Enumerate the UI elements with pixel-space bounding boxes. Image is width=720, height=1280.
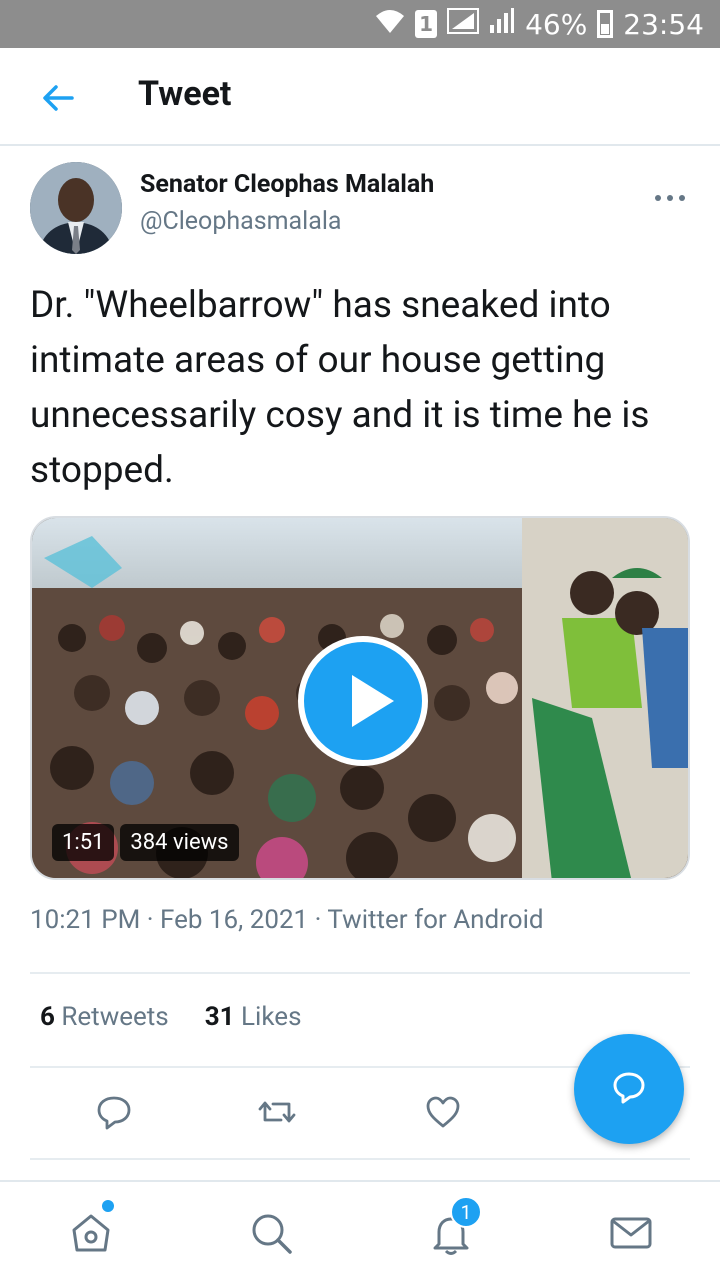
retweets-stat[interactable]: 6 Retweets [40,1002,169,1032]
author-name[interactable]: Senator Cleophas Malalah [140,170,434,199]
avatar[interactable] [30,162,122,254]
battery-percent: 46% [525,7,588,41]
tweet-source[interactable]: Twitter for Android [327,905,543,935]
signal-strength-icon [489,7,515,42]
video-thumbnail[interactable]: 1:51 384 views [30,516,690,880]
home-icon[interactable] [68,1210,114,1256]
like-icon[interactable] [423,1092,463,1136]
new-content-dot [102,1200,114,1212]
tweet-stats: 6 Retweets 31 Likes [40,1002,302,1032]
notifications-badge: 1 [450,1196,482,1228]
video-views: 384 views [120,824,239,861]
video-duration: 1:51 [52,824,115,861]
divider [30,972,690,974]
chat-bubble-icon [609,1067,649,1111]
more-options-icon[interactable] [650,186,690,210]
sim-indicator: 1 [415,10,438,38]
divider [30,1158,690,1160]
messages-icon[interactable] [608,1210,654,1256]
likes-stat[interactable]: 31 Likes [205,1002,302,1032]
reply-icon[interactable] [94,1092,134,1136]
status-bar: 1 46% 23:54 [0,0,720,48]
clock: 23:54 [623,7,704,41]
signal-icon [447,7,480,42]
likes-label: Likes [241,1002,302,1032]
retweet-icon[interactable] [257,1092,297,1136]
author-handle[interactable]: @Cleophasmalala [140,207,342,236]
battery-icon [597,10,614,38]
compose-reply-button[interactable] [574,1034,684,1144]
app-bar: Tweet [0,48,720,146]
wifi-icon [375,7,405,42]
back-arrow-icon[interactable] [38,78,78,118]
tweet-text: Dr. "Wheelbarrow" has sneaked into intim… [30,284,650,492]
retweets-count: 6 [40,1002,55,1032]
retweets-label: Retweets [61,1002,169,1032]
search-icon[interactable] [248,1210,294,1256]
page-title: Tweet [138,74,232,114]
bottom-navigation: 1 [0,1180,720,1280]
play-button[interactable] [298,636,428,766]
tweet-meta: 10:21 PM · Feb 16, 2021 · Twitter for An… [30,905,544,935]
likes-count: 31 [204,1002,235,1032]
tweet-timestamp: 10:21 PM · Feb 16, 2021 · [30,905,328,935]
